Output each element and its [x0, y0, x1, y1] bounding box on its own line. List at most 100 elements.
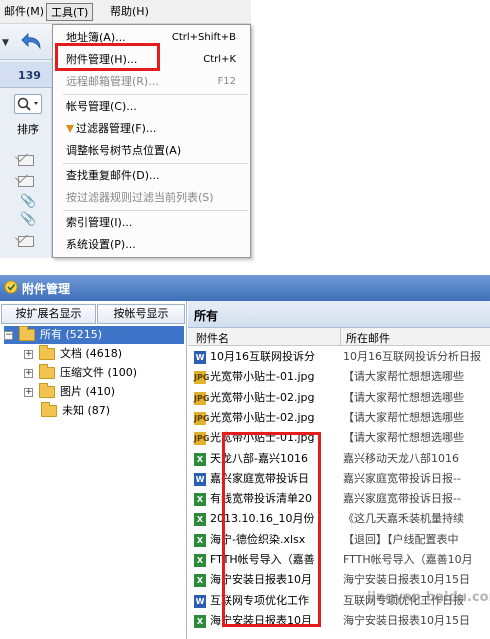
menu-item-system-settings[interactable]: 系统设置(P)... — [53, 234, 250, 256]
menu-item-adjust-tree[interactable]: 调整帐号树节点位置(A) — [53, 140, 250, 162]
table-row[interactable]: JPG 光宽带小贴士-02.jpg 【请大家帮忙想想选哪些 — [188, 408, 490, 428]
list-header: 所有 — [188, 301, 490, 328]
show-by-account-button[interactable]: 按帐号显示 — [97, 304, 185, 324]
folder-icon — [39, 383, 55, 398]
folder-icon — [41, 402, 57, 417]
column-divider[interactable] — [340, 328, 341, 346]
search-button[interactable] — [14, 94, 42, 114]
containing-mail: 【请大家帮忙想想选哪些 — [343, 370, 464, 384]
attachment-name: 光宽带小贴士-01.jpg — [210, 370, 315, 384]
folder-icon — [19, 326, 35, 341]
excel-file-icon: X — [194, 574, 206, 588]
containing-mail: 【退回】【户线配置表中 — [343, 532, 459, 546]
menu-item-filter-manager[interactable]: 过滤器管理(F)... — [53, 118, 250, 140]
tree-item-unknown[interactable]: 未知 (87) — [41, 402, 110, 420]
expand-icon[interactable]: + — [24, 368, 33, 378]
toolbar-dropdown-arrow-icon[interactable]: ▼ — [2, 38, 9, 48]
menu-item-remote-mailbox[interactable]: 远程邮箱管理(R)... F12 — [53, 71, 250, 93]
containing-mail: FTTH帐号导入（嘉善10月 — [343, 553, 473, 566]
table-row[interactable]: JPG 光宽带小贴士-02.jpg 【请大家帮忙想想选哪些 — [188, 388, 490, 408]
expand-icon[interactable]: + — [24, 349, 33, 359]
containing-mail: 海宁安装日报表10月15日 — [343, 573, 470, 587]
table-row[interactable]: W 10月16互联网投诉分 10月16互联网投诉分析日报 — [188, 347, 490, 367]
menu-item-label: 系统设置(P)... — [66, 238, 136, 251]
menu-item-shortcut: Ctrl+Shift+B — [171, 32, 236, 43]
attachment-name: 10月16互联网投诉分 — [210, 350, 315, 363]
account-number: 139 — [18, 69, 41, 82]
menu-item-shortcut: F12 — [217, 76, 236, 87]
menu-help[interactable]: 帮助(H) — [106, 3, 153, 21]
containing-mail: 嘉兴家庭宽带投诉日报-- — [343, 492, 461, 506]
window-titlebar: 附件管理 — [0, 275, 490, 301]
back-arrow-icon[interactable] — [20, 30, 44, 54]
tree-item-archives[interactable]: + 压缩文件 (100) — [24, 364, 137, 382]
account-tab[interactable]: 139 — [0, 62, 52, 88]
containing-mail: 嘉兴移动天龙八部1016 — [343, 451, 459, 465]
attachment-name: 光宽带小贴士-02.jpg — [210, 390, 315, 404]
filter-icon — [66, 125, 74, 133]
envelope-icon — [18, 155, 34, 166]
image-file-icon: JPG — [194, 371, 210, 385]
tree-item-label: 未知 (87) — [62, 404, 111, 417]
tree-item-all[interactable]: − 所有 (5215) — [4, 326, 184, 344]
word-file-icon: W — [194, 472, 206, 486]
tree-item-label: 压缩文件 (100) — [60, 366, 138, 379]
column-header-containing-mail[interactable]: 所在邮件 — [346, 330, 390, 346]
excel-file-icon: X — [194, 554, 206, 567]
tools-menu-screenshot: 邮件(M) 工具(T) 帮助(H) ▼ 139 排序 📎 📎 地址簿(A)...… — [0, 0, 490, 258]
word-file-icon: W — [194, 351, 206, 364]
menu-tools[interactable]: 工具(T) — [46, 3, 94, 21]
expand-icon[interactable]: + — [24, 387, 33, 397]
envelope-icon — [18, 236, 34, 247]
menu-item-find-duplicates[interactable]: 查找重复邮件(D)... — [53, 165, 250, 187]
menu-item-label: 过滤器管理(F)... — [76, 122, 157, 135]
excel-file-icon: X — [194, 452, 206, 466]
watermark: jingyan.baidu.com — [367, 590, 490, 605]
image-file-icon: JPG — [194, 411, 210, 425]
category-pane: 按扩展名显示 按帐号显示 − 所有 (5215) + 文档 (4618) + 压缩文件… — [0, 301, 187, 639]
folder-icon — [39, 345, 55, 360]
menu-mail[interactable]: 邮件(M) — [0, 3, 48, 21]
word-file-icon: W — [194, 594, 206, 608]
menu-item-shortcut: Ctrl+K — [203, 54, 236, 65]
excel-file-icon: X — [194, 493, 206, 507]
excel-file-icon: X — [194, 533, 206, 547]
containing-mail: 【请大家帮忙想想选哪些 — [343, 431, 464, 445]
menu-separator — [63, 163, 248, 164]
image-file-icon: JPG — [194, 391, 210, 405]
tree-item-documents[interactable]: + 文档 (4618) — [24, 345, 122, 363]
collapse-icon[interactable]: − — [4, 330, 13, 340]
menu-item-label: 索引管理(I)... — [66, 216, 133, 229]
menu-item-label: 按过滤器规则过滤当前列表(S) — [66, 191, 214, 204]
folder-icon — [39, 364, 55, 379]
menu-separator — [63, 210, 248, 211]
menu-item-account-manager[interactable]: 帐号管理(C)... — [53, 96, 250, 118]
menu-separator — [63, 94, 248, 95]
attachment-manager-icon — [4, 280, 18, 294]
containing-mail: 10月16互联网投诉分析日报 — [343, 350, 481, 363]
menu-bar: 邮件(M) 工具(T) 帮助(H) — [0, 0, 251, 24]
highlight-box — [222, 432, 321, 627]
containing-mail: 海宁安装日报表10月15日 — [343, 613, 470, 627]
containing-mail: 【请大家帮忙想想选哪些 — [343, 410, 464, 424]
column-header-attachment-name[interactable]: 附件名 — [196, 330, 229, 346]
menu-item-label: 调整帐号树节点位置(A) — [66, 144, 182, 157]
menu-item-index-manager[interactable]: 索引管理(I)... — [53, 212, 250, 234]
column-header-row: 附件名 所在邮件 — [188, 328, 490, 346]
menu-item-label: 查找重复邮件(D)... — [66, 169, 160, 182]
highlight-box — [55, 43, 160, 71]
excel-file-icon: X — [194, 614, 206, 628]
menu-item-filter-current-list[interactable]: 按过滤器规则过滤当前列表(S) — [53, 187, 250, 209]
tree-item-images[interactable]: + 图片 (410) — [24, 383, 115, 401]
containing-mail: 嘉兴家庭宽带投诉日报-- — [343, 471, 461, 485]
containing-mail: 【请大家帮忙想想选哪些 — [343, 390, 464, 404]
tree-item-label: 文档 (4618) — [60, 347, 123, 360]
sort-column-label[interactable]: 排序 — [17, 121, 39, 137]
image-file-icon: JPG — [194, 432, 210, 446]
envelope-icon — [18, 176, 34, 187]
tree-item-label: 图片 (410) — [60, 385, 116, 398]
search-icon — [17, 97, 38, 111]
table-row[interactable]: JPG 光宽带小贴士-01.jpg 【请大家帮忙想想选哪些 — [188, 367, 490, 387]
attachment-name: 光宽带小贴士-02.jpg — [210, 410, 315, 424]
show-by-extension-button[interactable]: 按扩展名显示 — [1, 304, 96, 324]
